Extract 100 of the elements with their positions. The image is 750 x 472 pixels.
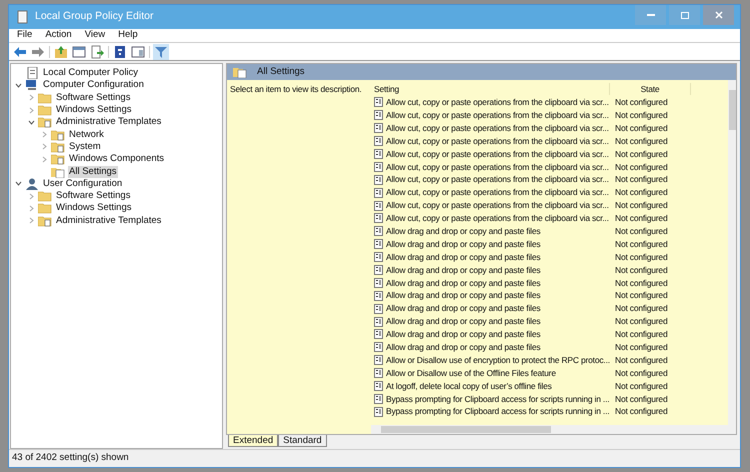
vertical-scrollbar[interactable]	[728, 80, 736, 425]
horizontal-scrollbar[interactable]	[371, 425, 736, 434]
view-tab[interactable]: Standard	[278, 435, 327, 447]
chevron-down-icon[interactable]	[14, 180, 22, 188]
setting-icon	[374, 149, 383, 159]
tree-item[interactable]: Software Settings	[55, 190, 132, 202]
tree-item[interactable]: All Settings	[68, 166, 118, 178]
table-cell-text: Not configured	[614, 302, 668, 316]
chevron-right-icon[interactable]	[40, 156, 48, 163]
table-cell: Allow or Disallow use of encryption to protect the RPC protoc...	[386, 354, 610, 367]
table-cell: Allow or Disallow use of the Offline Files feature	[386, 366, 556, 380]
setting-icon	[374, 406, 383, 417]
setting-icon	[374, 265, 383, 276]
setting-icon	[374, 188, 383, 198]
table-cell: Allow cut, copy or paste operations from the clipboard via scr...	[386, 96, 609, 109]
table-cell-text: Not configured	[614, 315, 668, 328]
tree-item[interactable]: Software Settings	[55, 92, 132, 104]
table-cell: Allow cut, copy or paste operations from the clipboard via scr...	[386, 173, 609, 186]
tree-item[interactable]: Local Computer Policy	[42, 67, 140, 80]
table-cell-text: Not configured	[614, 199, 668, 212]
tree-item[interactable]: Windows Components	[68, 153, 166, 166]
document-icon	[17, 10, 29, 24]
chevron-right-icon[interactable]	[28, 217, 34, 224]
window-title: Local Group Policy Editor	[35, 9, 154, 24]
table-cell: Bypass prompting for Clipboard access for scripts running in ...	[386, 405, 610, 418]
table-cell-text: Not configured	[614, 392, 668, 406]
table-cell: Allow cut, copy or paste operations from the clipboard via scr...	[386, 212, 609, 225]
menu-item[interactable]: Help	[118, 28, 138, 43]
tree-item[interactable]: Windows Settings	[55, 202, 133, 214]
tree-item[interactable]: Computer Configuration	[42, 79, 145, 92]
description-text: Select an item to view its description.	[230, 84, 362, 94]
tree-item[interactable]: Administrative Templates	[55, 116, 162, 128]
tree-item[interactable]: Administrative Templates	[55, 214, 162, 227]
toolbar-button[interactable]	[130, 44, 146, 60]
setting-icon	[374, 136, 383, 146]
toolbar-button[interactable]	[89, 44, 105, 60]
table-cell: Allow drag and drop or copy and paste files	[386, 328, 540, 341]
setting-icon	[374, 97, 383, 108]
column-header[interactable]: State	[609, 82, 691, 96]
table-cell-text: Not configured	[614, 405, 668, 418]
chevron-right-icon[interactable]	[28, 192, 34, 200]
table-cell-text: Not configured	[614, 238, 668, 251]
chevron-right-icon[interactable]	[28, 204, 34, 212]
menu-item[interactable]: File	[17, 28, 32, 43]
chevron-right-icon[interactable]	[40, 143, 48, 150]
table-cell: Allow drag and drop or copy and paste files	[386, 264, 540, 276]
tree-item[interactable]: System	[68, 140, 102, 153]
menu-item[interactable]: View	[84, 28, 106, 43]
table-cell-text: Not configured	[614, 264, 668, 276]
table-cell: Allow cut, copy or paste operations from the clipboard via scr...	[386, 122, 609, 135]
maximize-button[interactable]	[669, 5, 700, 25]
column-header[interactable]: Setting	[371, 82, 609, 96]
chevron-right-icon[interactable]	[40, 131, 48, 138]
chevron-right-icon[interactable]	[28, 94, 34, 102]
table-cell-text: Not configured	[614, 148, 668, 160]
table-cell-text: Not configured	[614, 173, 668, 186]
table-cell-text: Not configured	[614, 250, 668, 264]
toolbar-button[interactable]	[71, 44, 87, 60]
setting-icon	[374, 290, 383, 301]
close-button[interactable]	[703, 5, 734, 25]
menu-item[interactable]: Action	[45, 28, 72, 43]
toolbar-button[interactable]	[153, 44, 169, 60]
chevron-down-icon[interactable]	[28, 118, 34, 126]
folder-document-icon	[38, 116, 52, 128]
toolbar-button[interactable]	[53, 44, 69, 60]
table-cell-text: Not configured	[614, 160, 668, 174]
chevron-right-icon[interactable]	[28, 106, 34, 114]
table-cell-text: Not configured	[614, 134, 668, 148]
table-cell: Allow cut, copy or paste operations from the clipboard via scr...	[386, 148, 609, 160]
view-tab[interactable]: Extended	[228, 435, 278, 447]
setting-icon	[374, 162, 383, 172]
table-cell: Allow cut, copy or paste operations from the clipboard via scr...	[386, 199, 609, 212]
toolbar-button[interactable]	[112, 44, 128, 60]
table-cell-text: Not configured	[614, 380, 668, 392]
setting-icon	[374, 304, 383, 314]
table-cell: Allow drag and drop or copy and paste files	[386, 224, 540, 238]
folder-up-icon	[54, 44, 68, 58]
table-cell-text: Not configured	[614, 289, 668, 302]
forward-arrow-icon	[31, 44, 45, 58]
minimize-button[interactable]	[635, 5, 666, 25]
tree-item[interactable]: Windows Settings	[55, 104, 133, 116]
table-cell-text: Not configured	[614, 96, 668, 109]
table-cell: At logoff, delete local copy of user’s offline files	[386, 380, 552, 392]
setting-icon	[374, 381, 383, 392]
tree-item[interactable]: Network	[68, 128, 105, 141]
setting-icon	[374, 200, 383, 211]
chevron-down-icon[interactable]	[14, 82, 22, 89]
setting-icon	[374, 329, 383, 340]
tree-item[interactable]: User Configuration	[42, 178, 124, 190]
maximize-icon	[680, 12, 688, 18]
table-cell: Allow cut, copy or paste operations from the clipboard via scr...	[386, 160, 609, 174]
folder-icon	[38, 202, 52, 214]
setting-icon	[374, 110, 383, 120]
setting-icon	[374, 239, 383, 250]
table-cell-text: Not configured	[614, 108, 668, 122]
table-cell: Allow cut, copy or paste operations from the clipboard via scr...	[386, 134, 609, 148]
folder-document-icon	[51, 140, 65, 153]
table-cell-text: Not configured	[614, 224, 668, 238]
table-cell: Bypass prompting for Clipboard access for scripts running in ...	[386, 392, 610, 406]
table-cell-text: Not configured	[614, 328, 668, 341]
